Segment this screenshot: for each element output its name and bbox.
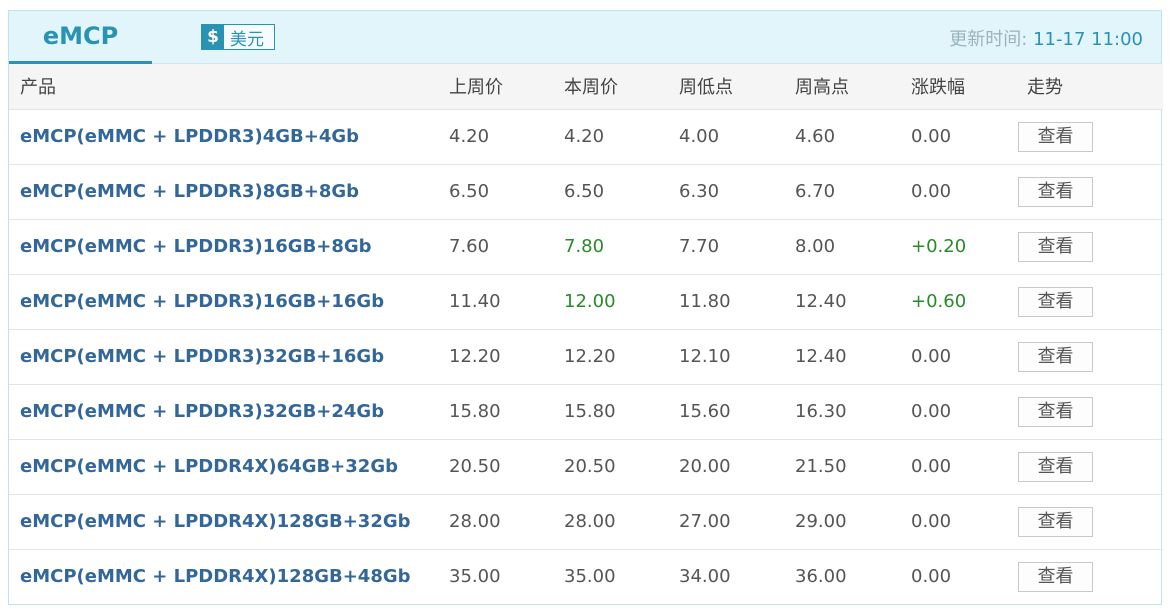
product-cell: eMCP(eMMC + LPDDR4X)128GB+48Gb [20,566,411,588]
view-trend-button[interactable]: 查看 [1018,341,1093,372]
last-week-price-cell: 7.60 [438,219,553,275]
product-cell: eMCP(eMMC + LPDDR3)16GB+16Gb [9,274,438,330]
last-week-price-cell: 4.20 [438,109,553,165]
product-cell: eMCP(eMMC + LPDDR3)4GB+4Gb [9,109,438,165]
this-week-price-cell: 6.50 [553,164,668,220]
week-high-cell: 12.40 [784,274,900,330]
last-week-price-cell: 15.80 [438,384,553,440]
price-panel: eMCP $ 美元 更新时间: 11-17 11:00 产品 上周价 本周价 周… [8,10,1163,605]
trend-cell: 查看 [1016,329,1163,385]
update-time-value: 11-17 11:00 [1033,29,1143,50]
trend-cell: 查看 [1016,439,1163,495]
update-time-label: 更新时间: [949,29,1034,50]
product-cell: eMCP(eMMC + LPDDR4X)128GB+32Gb [9,494,438,550]
week-low-cell: 4.00 [668,109,784,165]
currency-label: 美元 [230,29,264,50]
this-week-price-cell: 4.20 [553,109,668,165]
week-low-cell: 7.70 [668,219,784,275]
week-high-cell: 6.70 [784,164,900,220]
column-header-last-week: 上周价 [438,64,553,110]
trend-cell: 查看 [1016,109,1163,165]
week-high-cell: 21.50 [784,439,900,495]
this-week-price-cell: 28.00 [553,494,668,550]
table-row: eMCP(eMMC + LPDDR3)16GB+8Gb 7.60 7.80 7.70 8… [9,219,1163,275]
week-low-cell: 12.10 [668,329,784,385]
product-cell: eMCP(eMMC + LPDDR3)32GB+24Gb [9,384,438,440]
column-header-product: 产品 [9,64,438,110]
dollar-icon: $ [202,25,224,49]
tab-emcp[interactable]: eMCP [9,11,152,64]
column-header-week-high: 周高点 [784,64,900,110]
table-row: eMCP(eMMC + LPDDR3)8GB+8Gb 6.50 6.50 6.30 6.… [9,164,1163,220]
view-trend-button[interactable]: 查看 [1018,121,1093,152]
trend-cell: 查看 [1016,219,1163,275]
change-cell: 0.00 [900,439,1016,495]
change-cell: 0.00 [911,566,952,588]
update-time: 更新时间: 11-17 11:00 [949,25,1143,51]
trend-cell: 查看 [1016,549,1163,604]
week-low-cell: 20.00 [668,439,784,495]
table-row: eMCP(eMMC + LPDDR3)16GB+16Gb 11.40 12.00 11… [9,274,1163,330]
product-cell: eMCP(eMMC + LPDDR3)16GB+8Gb [9,219,438,275]
change-cell: 0.00 [900,494,1016,550]
last-week-price-cell: 20.50 [438,439,553,495]
view-trend-button[interactable]: 查看 [1018,561,1093,592]
change-cell: +0.60 [900,274,1016,330]
week-low-cell: 15.60 [668,384,784,440]
this-week-price-cell: 7.80 [553,219,668,275]
column-header-this-week: 本周价 [553,64,668,110]
last-week-price-cell: 12.20 [438,329,553,385]
week-high-cell: 16.30 [784,384,900,440]
week-high-cell: 12.40 [784,329,900,385]
currency-toggle-button[interactable]: $ 美元 [201,24,275,50]
last-week-price-cell: 6.50 [438,164,553,220]
product-cell: eMCP(eMMC + LPDDR3)8GB+8Gb [9,164,438,220]
column-header-change: 涨跌幅 [900,64,1016,110]
this-week-price-cell: 12.20 [553,329,668,385]
view-trend-button[interactable]: 查看 [1018,286,1093,317]
view-trend-button[interactable]: 查看 [1018,506,1093,537]
change-cell: +0.20 [900,219,1016,275]
product-cell: eMCP(eMMC + LPDDR3)32GB+16Gb [9,329,438,385]
week-low-cell: 27.00 [668,494,784,550]
week-high-cell: 8.00 [784,219,900,275]
week-high-cell: 36.00 [795,566,847,588]
view-trend-button[interactable]: 查看 [1018,396,1093,427]
product-cell: eMCP(eMMC + LPDDR4X)64GB+32Gb [9,439,438,495]
trend-cell: 查看 [1016,274,1163,330]
last-week-price-cell: 35.00 [449,566,501,588]
trend-cell: 查看 [1016,164,1163,220]
column-header-trend: 走势 [1016,64,1163,110]
week-low-cell: 6.30 [668,164,784,220]
trend-cell: 查看 [1016,384,1163,440]
view-trend-button[interactable]: 查看 [1018,451,1093,482]
table-row: eMCP(eMMC + LPDDR3)32GB+24Gb 15.80 15.80 15… [9,384,1163,440]
last-week-price-cell: 28.00 [438,494,553,550]
column-header-week-low: 周低点 [668,64,784,110]
view-trend-button[interactable]: 查看 [1018,176,1093,207]
table-row: eMCP(eMMC + LPDDR3)32GB+16Gb 12.20 12.20 12… [9,329,1163,385]
week-high-cell: 29.00 [784,494,900,550]
week-low-cell: 34.00 [679,566,731,588]
table-row: eMCP(eMMC + LPDDR4X)64GB+32Gb 20.50 20.50 2… [9,439,1163,495]
panel-header: eMCP $ 美元 更新时间: 11-17 11:00 [9,11,1161,64]
table-row: eMCP(eMMC + LPDDR4X)128GB+48Gb 35.00 35.00… [9,549,1163,604]
change-cell: 0.00 [900,384,1016,440]
this-week-price-cell: 20.50 [553,439,668,495]
view-trend-button[interactable]: 查看 [1018,231,1093,262]
this-week-price-cell: 15.80 [553,384,668,440]
change-cell: 0.00 [900,109,1016,165]
this-week-price-cell: 35.00 [564,566,616,588]
last-week-price-cell: 11.40 [438,274,553,330]
table-row: eMCP(eMMC + LPDDR4X)128GB+32Gb 28.00 28.00… [9,494,1163,550]
week-low-cell: 11.80 [668,274,784,330]
price-table: 产品 上周价 本周价 周低点 周高点 涨跌幅 走势 eMCP(eMMC + LP… [9,64,1163,604]
table-header-row: 产品 上周价 本周价 周低点 周高点 涨跌幅 走势 [9,64,1163,110]
trend-cell: 查看 [1016,494,1163,550]
table-row: eMCP(eMMC + LPDDR3)4GB+4Gb 4.20 4.20 4.00 4.… [9,109,1163,165]
change-cell: 0.00 [900,164,1016,220]
change-cell: 0.00 [900,329,1016,385]
week-high-cell: 4.60 [784,109,900,165]
this-week-price-cell: 12.00 [553,274,668,330]
